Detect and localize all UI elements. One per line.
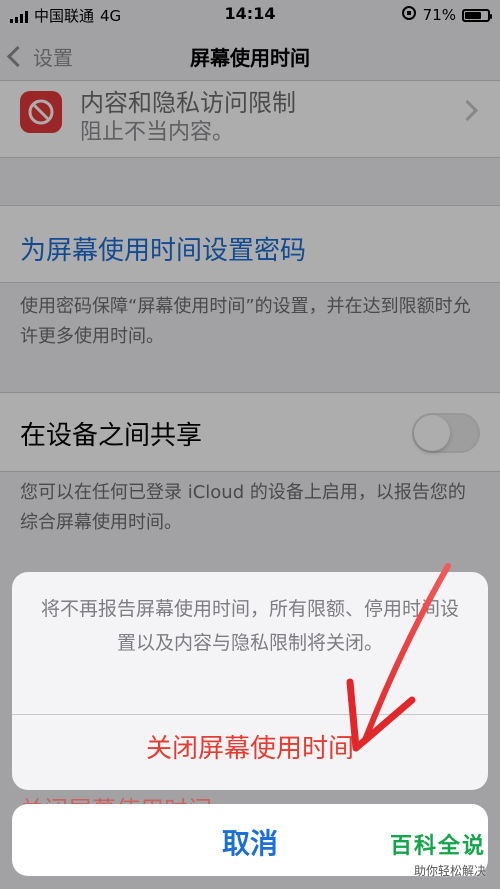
action-sheet-divider [12, 714, 488, 715]
watermark-logo: 百科全说 助你轻松解决 [390, 828, 486, 879]
turn-off-screen-time-button[interactable]: 关闭屏幕使用时间 [12, 728, 488, 765]
watermark-title: 百科全说 [389, 834, 486, 859]
watermark-subtitle: 助你轻松解决 [413, 864, 486, 878]
action-sheet-message: 将不再报告屏幕使用时间，所有限额、停用时间设置以及内容与隐私限制将关闭。 [40, 598, 459, 654]
screen: 中国联通 4G 14:14 71% 设置 屏幕使用时间 内容和隐私访问限制 阻止… [0, 0, 500, 889]
action-sheet: 将不再报告屏幕使用时间，所有限额、停用时间设置以及内容与隐私限制将关闭。 关闭屏… [12, 572, 488, 790]
